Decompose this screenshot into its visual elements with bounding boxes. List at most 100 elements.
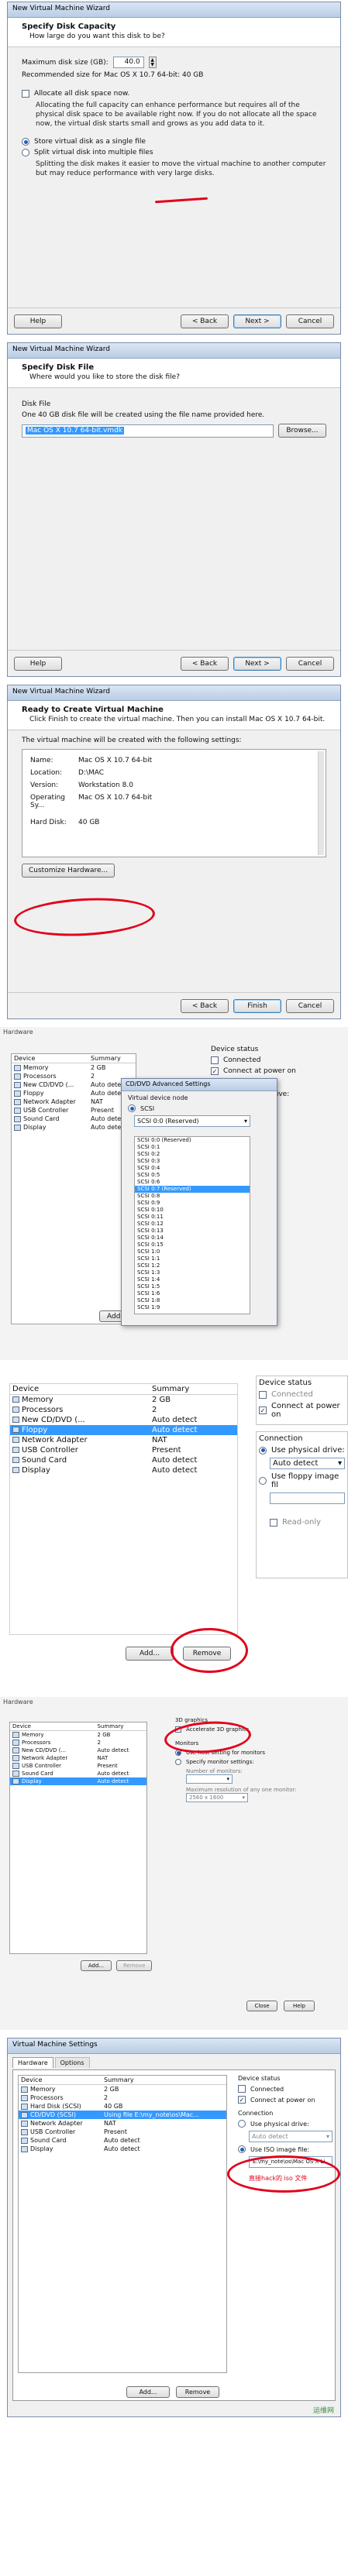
device-row[interactable]: New CD/DVD (... Auto detect: [10, 1415, 237, 1425]
node-option[interactable]: SCSI 0:6: [135, 1179, 250, 1186]
device-row[interactable]: Memory 2 GB: [12, 1063, 136, 1073]
physical-drive-select[interactable]: Auto detect ▾: [270, 1458, 345, 1469]
connected-checkbox[interactable]: [211, 1056, 219, 1064]
summary-scrollbar[interactable]: [318, 751, 324, 855]
node-option[interactable]: SCSI 0:9: [135, 1200, 250, 1207]
connected-checkbox[interactable]: [238, 2085, 246, 2093]
device-row[interactable]: Network Adapter NAT: [19, 2119, 226, 2128]
tab-options[interactable]: Options: [54, 2057, 90, 2068]
node-select[interactable]: SCSI 0:0 (Reserved) ▾: [134, 1115, 250, 1127]
back-button[interactable]: < Back: [181, 656, 229, 671]
cancel-button[interactable]: Cancel: [286, 998, 334, 1013]
device-column-header[interactable]: Device: [10, 1384, 150, 1395]
device-row[interactable]: Sound Card Auto detect: [10, 1455, 237, 1465]
add-button[interactable]: Add...: [81, 1960, 112, 1971]
device-row[interactable]: Sound Card Auto detect: [12, 1115, 136, 1123]
iso-path-input[interactable]: E:\my_note\os\Mac OS X Li: [249, 2156, 332, 2168]
cancel-button[interactable]: Cancel: [286, 314, 334, 328]
device-list[interactable]: Device Summary Memory 2 GB Processors 2 New…: [9, 1722, 147, 1954]
use-physical-radio[interactable]: [259, 1446, 267, 1455]
device-row-selected[interactable]: Display Auto detect: [10, 1777, 146, 1785]
summary-column-header[interactable]: Summary: [88, 1054, 136, 1063]
device-row[interactable]: Display Auto detect: [10, 1465, 237, 1475]
back-button[interactable]: < Back: [181, 998, 229, 1013]
device-column-header[interactable]: Device: [19, 2076, 102, 2085]
scsi-radio[interactable]: [128, 1104, 136, 1112]
specify-radio[interactable]: [175, 1759, 181, 1765]
device-row[interactable]: Display Auto detect: [12, 1123, 136, 1132]
device-row[interactable]: USB Controller Present: [12, 1106, 136, 1115]
connect-power-checkbox[interactable]: ✓: [238, 2096, 246, 2104]
device-row[interactable]: Processors 2: [19, 2093, 226, 2102]
node-option[interactable]: SCSI 0:14: [135, 1235, 250, 1242]
node-option[interactable]: SCSI 1:5: [135, 1283, 250, 1290]
device-row[interactable]: Network Adapter NAT: [12, 1097, 136, 1106]
disk-file-input[interactable]: Mac OS X 10.7 64-bit.vmdk: [22, 424, 274, 438]
help-button[interactable]: Help: [284, 2001, 315, 2011]
back-button[interactable]: < Back: [181, 314, 229, 328]
summary-column-header[interactable]: Summary: [95, 1722, 146, 1731]
summary-column-header[interactable]: Summary: [101, 2076, 226, 2085]
node-option[interactable]: SCSI 1:9: [135, 1304, 250, 1311]
remove-button[interactable]: Remove: [116, 1960, 153, 1971]
device-row[interactable]: New CD/DVD (... Auto detect: [10, 1747, 146, 1754]
max-size-stepper[interactable]: ▲ ▼: [148, 57, 157, 68]
connect-power-checkbox[interactable]: ✓: [211, 1067, 219, 1075]
device-row[interactable]: Hard Disk (SCSI) 40 GB: [19, 2102, 226, 2111]
finish-button[interactable]: Finish: [233, 998, 281, 1013]
device-row[interactable]: Sound Card Auto detect: [10, 1770, 146, 1777]
allocate-checkbox[interactable]: [22, 90, 29, 98]
node-option[interactable]: SCSI 1:0: [135, 1249, 250, 1255]
node-option[interactable]: SCSI 0:1: [135, 1144, 250, 1151]
add-button[interactable]: Add...: [126, 1647, 174, 1661]
device-row[interactable]: Display Auto detect: [19, 2145, 226, 2153]
node-option[interactable]: SCSI 0:2: [135, 1151, 250, 1158]
remove-button[interactable]: Remove: [176, 2386, 219, 2398]
num-monitors-select[interactable]: ▾: [186, 1774, 233, 1784]
device-row[interactable]: USB Controller Present: [10, 1445, 237, 1455]
node-option[interactable]: SCSI 0:5: [135, 1172, 250, 1179]
device-column-header[interactable]: Device: [10, 1722, 95, 1731]
device-list[interactable]: Device Summary Memory 2 GB Processors 2 Har…: [18, 2075, 227, 2373]
customize-hardware-button[interactable]: Customize Hardware...: [22, 864, 115, 878]
node-option[interactable]: SCSI 0:13: [135, 1228, 250, 1235]
tab-hardware[interactable]: Hardware: [12, 2057, 53, 2068]
node-option[interactable]: SCSI 1:8: [135, 1297, 250, 1304]
connected-checkbox[interactable]: [259, 1390, 267, 1399]
next-button[interactable]: Next >: [233, 656, 281, 671]
connect-power-checkbox[interactable]: ✓: [259, 1406, 267, 1414]
max-res-select[interactable]: 2560 x 1600 ▾: [186, 1793, 248, 1802]
summary-column-header[interactable]: Summary: [150, 1384, 237, 1395]
node-option[interactable]: SCSI 1:4: [135, 1276, 250, 1283]
image-path-input[interactable]: [270, 1492, 345, 1504]
node-option[interactable]: SCSI 0:8: [135, 1193, 250, 1200]
max-size-input[interactable]: 40.0: [112, 57, 144, 68]
help-button[interactable]: Help: [14, 656, 62, 671]
split-files-radio[interactable]: [22, 149, 29, 156]
remove-button[interactable]: Remove: [183, 1647, 231, 1661]
browse-button[interactable]: Browse...: [278, 424, 326, 438]
device-column-header[interactable]: Device: [12, 1054, 89, 1063]
device-row[interactable]: Memory 2 GB: [10, 1395, 237, 1406]
device-row[interactable]: Floppy Auto detect: [12, 1089, 136, 1097]
add-button[interactable]: Add...: [126, 2386, 170, 2398]
node-option[interactable]: SCSI 0:12: [135, 1221, 250, 1228]
physical-drive-select[interactable]: Auto detect ▾: [249, 2131, 332, 2142]
node-option[interactable]: SCSI 0:3: [135, 1158, 250, 1165]
device-row-selected[interactable]: CD/DVD (SCSI) Using file E:\my_note\os\Ma…: [19, 2111, 226, 2119]
device-list[interactable]: Device Summary Memory 2 GB Processors 2 New…: [11, 1053, 136, 1324]
device-row[interactable]: Memory 2 GB: [10, 1731, 146, 1740]
settings-summary-list[interactable]: Name: Mac OS X 10.7 64-bit Location: D:\MA…: [22, 749, 326, 857]
node-option[interactable]: SCSI 1:3: [135, 1269, 250, 1276]
node-option[interactable]: SCSI 0:4: [135, 1165, 250, 1172]
close-button[interactable]: Close: [246, 2001, 277, 2011]
accelerate-3d-checkbox[interactable]: ✓: [175, 1726, 181, 1733]
node-option[interactable]: SCSI 0:11: [135, 1214, 250, 1221]
device-row[interactable]: USB Controller Present: [19, 2128, 226, 2136]
device-row[interactable]: Network Adapter NAT: [10, 1754, 146, 1762]
device-row[interactable]: USB Controller Present: [10, 1762, 146, 1770]
node-option[interactable]: SCSI 1:6: [135, 1290, 250, 1297]
node-option[interactable]: SCSI 1:1: [135, 1255, 250, 1262]
node-option[interactable]: SCSI 0:15: [135, 1242, 250, 1249]
use-host-radio[interactable]: [175, 1750, 181, 1756]
